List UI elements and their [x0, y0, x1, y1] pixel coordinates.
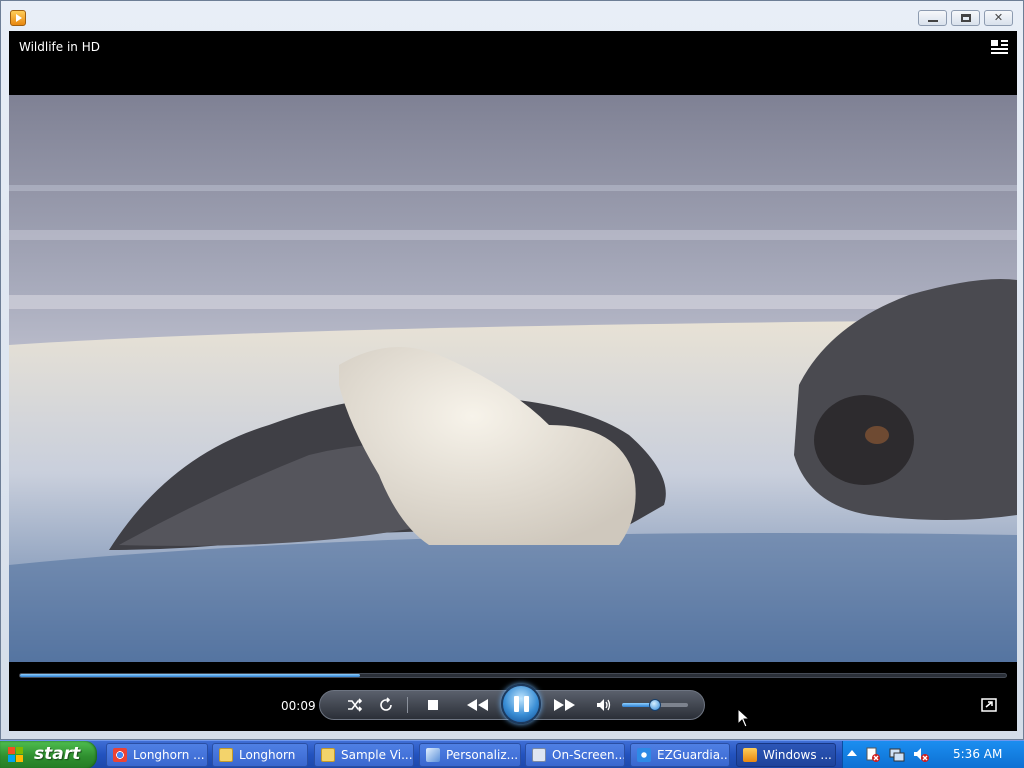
mute-button[interactable] [592, 691, 616, 719]
security-alert-icon[interactable] [865, 747, 881, 763]
pause-icon [524, 696, 529, 712]
folder-icon [321, 748, 335, 762]
player-area: Wildlife in HD 00:09 [9, 31, 1017, 731]
repeat-icon [380, 697, 392, 711]
taskbar-item-label: On-Screen... [552, 748, 625, 762]
show-hidden-icons-icon[interactable] [847, 750, 857, 756]
title-bar[interactable]: ✕ [1, 1, 1023, 31]
start-button[interactable]: start [0, 741, 97, 768]
switch-to-library-button[interactable] [981, 697, 997, 712]
mouse-cursor [737, 708, 751, 728]
media-player-app-icon[interactable] [10, 10, 26, 26]
close-icon: ✕ [993, 11, 1004, 24]
control-panel-icon [426, 748, 440, 762]
seek-bar[interactable] [19, 673, 1007, 678]
taskbar-item-label: Longhorn ... [133, 748, 205, 762]
windows-logo-icon [8, 747, 24, 763]
taskbar-item[interactable]: On-Screen... [525, 743, 625, 767]
repeat-button[interactable] [373, 691, 399, 719]
taskbar-item[interactable]: Sample Vi... [314, 743, 414, 767]
screen: ✕ Wildlife in HD 00:09 start Longhorn ..… [0, 0, 1024, 768]
system-tray: 5:36 AM [842, 741, 1024, 768]
clock[interactable]: 5:36 AM [953, 747, 1002, 761]
close-button[interactable]: ✕ [984, 10, 1013, 26]
minimize-button[interactable] [918, 10, 947, 26]
taskbar-item-label: Longhorn [239, 748, 296, 762]
taskbar-item-label: Windows ... [763, 748, 832, 762]
previous-button[interactable] [458, 691, 498, 719]
pause-icon [514, 696, 519, 712]
transport-controls [319, 684, 705, 724]
video-scene [9, 95, 1017, 662]
switch-view-icon [981, 698, 997, 712]
minimize-icon [928, 20, 938, 22]
start-label: start [34, 744, 81, 764]
divider [407, 697, 408, 713]
taskbar-item[interactable]: Longhorn ... [106, 743, 208, 767]
volume-knob[interactable] [649, 699, 661, 711]
taskbar-item[interactable]: Longhorn [212, 743, 308, 767]
taskbar-item-label: EZGuardia... [657, 748, 730, 762]
volume-slider[interactable] [622, 699, 688, 711]
stop-button[interactable] [420, 691, 446, 719]
now-playing-title: Wildlife in HD [19, 40, 100, 54]
folder-icon [219, 748, 233, 762]
fast-forward-icon [554, 699, 575, 711]
video-frame[interactable] [9, 95, 1017, 662]
media-player-window: ✕ Wildlife in HD 00:09 [0, 0, 1024, 740]
taskbar: start Longhorn ... Longhorn Sample Vi...… [0, 740, 1024, 768]
taskbar-item[interactable]: EZGuardia... [630, 743, 730, 767]
elapsed-time: 00:09 [281, 699, 316, 713]
shuffle-icon [348, 698, 363, 712]
speaker-icon [597, 699, 611, 711]
pause-button[interactable] [501, 684, 541, 724]
taskbar-item[interactable]: Personaliz... [419, 743, 521, 767]
taskbar-item-label: Sample Vi... [341, 748, 413, 762]
seek-progress [20, 674, 360, 677]
shuffle-button[interactable] [342, 691, 368, 719]
ie-icon [637, 748, 651, 762]
chrome-icon [113, 748, 127, 762]
network-icon[interactable] [889, 747, 905, 763]
taskbar-item-active[interactable]: Windows ... [736, 743, 836, 767]
library-layout-icon[interactable] [991, 40, 1009, 54]
maximize-button[interactable] [951, 10, 980, 26]
volume-muted-icon[interactable] [913, 747, 929, 763]
rewind-icon [467, 699, 488, 711]
keyboard-icon [532, 748, 546, 762]
media-player-icon [743, 748, 757, 762]
maximize-icon [961, 14, 971, 22]
taskbar-item-label: Personaliz... [446, 748, 519, 762]
next-button[interactable] [544, 691, 584, 719]
stop-icon [428, 700, 438, 710]
